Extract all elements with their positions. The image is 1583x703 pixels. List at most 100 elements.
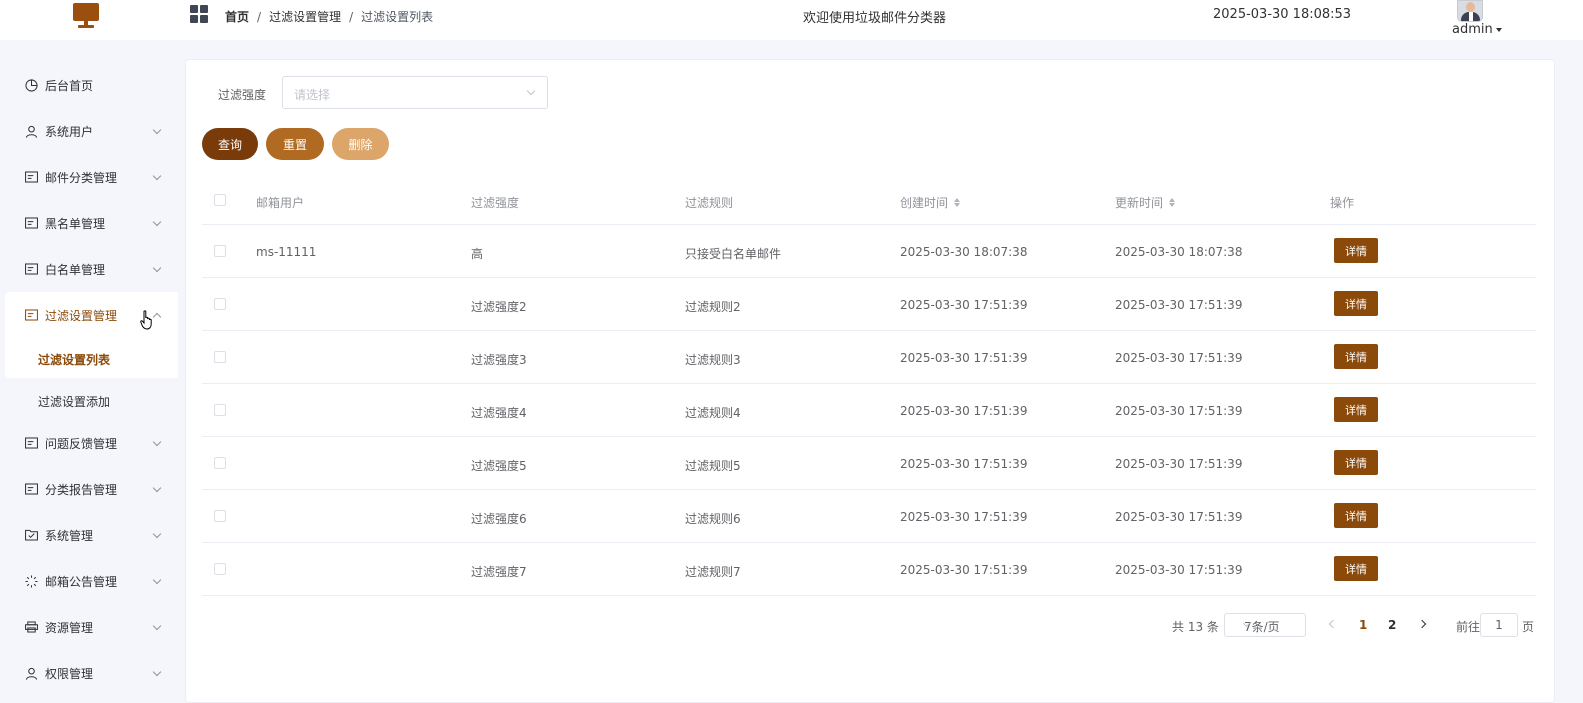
cell-strength: 高 xyxy=(471,247,484,261)
sidebar-item-label: 邮件分类管理 xyxy=(45,170,118,185)
cell-created: 2025-03-30 17:51:39 xyxy=(900,351,1028,365)
cell-rule: 过滤规则4 xyxy=(685,406,741,420)
avatar[interactable] xyxy=(1457,0,1483,22)
breadcrumb-current: 过滤设置列表 xyxy=(361,10,434,24)
cell-created: 2025-03-30 17:51:39 xyxy=(900,510,1028,524)
cell-strength: 过滤强度3 xyxy=(471,353,527,367)
sidebar-subitem-filter-add[interactable]: 过滤设置添加 xyxy=(38,393,110,410)
row-checkbox[interactable] xyxy=(214,245,226,257)
current-datetime: 2025-03-30 18:08:53 xyxy=(1213,7,1352,22)
detail-button[interactable]: 详情 xyxy=(1334,344,1378,369)
hand-cursor-icon xyxy=(140,310,152,330)
row-checkbox[interactable] xyxy=(214,457,226,469)
filter-strength-label: 过滤强度 xyxy=(218,88,267,102)
detail-button[interactable]: 详情 xyxy=(1334,503,1378,528)
detail-button[interactable]: 详情 xyxy=(1334,450,1378,475)
card-icon xyxy=(24,436,38,450)
check-folder-icon xyxy=(24,528,38,542)
column-header-created-label: 创建时间 xyxy=(900,196,949,210)
row-checkbox[interactable] xyxy=(214,563,226,575)
table-row: 过滤强度3 过滤规则3 2025-03-30 17:51:39 2025-03-… xyxy=(202,331,1536,384)
sidebar-item-blacklist[interactable]: 黑名单管理 xyxy=(5,200,178,246)
cell-rule: 过滤规则6 xyxy=(685,512,741,526)
sidebar-item-whitelist[interactable]: 白名单管理 xyxy=(5,246,178,292)
sidebar-item-label: 过滤设置管理 xyxy=(45,308,118,323)
chevron-down-icon xyxy=(152,171,162,181)
column-header-updated[interactable]: 更新时间 xyxy=(1115,194,1176,211)
row-checkbox[interactable] xyxy=(214,351,226,363)
breadcrumb-filter-management[interactable]: 过滤设置管理 xyxy=(269,8,341,25)
card-icon xyxy=(24,262,38,276)
breadcrumb-home[interactable]: 首页 xyxy=(225,8,249,25)
chevron-down-icon xyxy=(152,217,162,227)
user-menu[interactable]: admin xyxy=(1452,22,1502,37)
row-checkbox[interactable] xyxy=(214,404,226,416)
select-all-checkbox[interactable] xyxy=(214,194,226,206)
cell-rule: 过滤规则3 xyxy=(685,353,741,367)
table-row: 过滤强度7 过滤规则7 2025-03-30 17:51:39 2025-03-… xyxy=(202,543,1536,596)
column-header-created[interactable]: 创建时间 xyxy=(900,194,961,211)
cell-created: 2025-03-30 18:07:38 xyxy=(900,245,1028,259)
card-icon xyxy=(24,170,38,184)
user-icon xyxy=(24,124,38,138)
user-name: admin xyxy=(1452,22,1493,37)
jump-suffix: 页 xyxy=(1522,620,1535,634)
cell-strength: 过滤强度5 xyxy=(471,459,527,473)
sidebar-item-system-management[interactable]: 系统管理 xyxy=(5,512,178,558)
reset-button[interactable]: 重置 xyxy=(266,128,324,160)
table-row: 过滤强度5 过滤规则5 2025-03-30 17:51:39 2025-03-… xyxy=(202,437,1536,490)
row-checkbox[interactable] xyxy=(214,298,226,310)
card-icon xyxy=(24,308,38,322)
sidebar-item-label: 邮箱公告管理 xyxy=(45,574,118,589)
chevron-down-icon xyxy=(152,437,162,447)
sort-icon[interactable] xyxy=(1169,198,1176,207)
column-header-user: 邮箱用户 xyxy=(256,196,305,210)
sidebar-item-dashboard[interactable]: 后台首页 xyxy=(5,62,178,108)
row-checkbox[interactable] xyxy=(214,510,226,522)
cell-strength: 过滤强度2 xyxy=(471,300,527,314)
sidebar-item-reports[interactable]: 分类报告管理 xyxy=(5,466,178,512)
cell-created: 2025-03-30 17:51:39 xyxy=(900,404,1028,418)
page-number[interactable]: 2 xyxy=(1388,618,1396,632)
sidebar-item-resources[interactable]: 资源管理 xyxy=(5,604,178,650)
table-row: 过滤强度6 过滤规则6 2025-03-30 17:51:39 2025-03-… xyxy=(202,490,1536,543)
cell-user: ms-11111 xyxy=(256,245,317,259)
chevron-up-icon xyxy=(152,312,162,322)
cell-created: 2025-03-30 17:51:39 xyxy=(900,457,1028,471)
delete-button[interactable]: 删除 xyxy=(332,128,389,160)
detail-button[interactable]: 详情 xyxy=(1334,556,1378,581)
table-row: 过滤强度4 过滤规则4 2025-03-30 17:51:39 2025-03-… xyxy=(202,384,1536,437)
detail-button[interactable]: 详情 xyxy=(1334,291,1378,316)
cell-updated: 2025-03-30 17:51:39 xyxy=(1115,457,1243,471)
page-number[interactable]: 1 xyxy=(1359,618,1367,632)
page-jump-input[interactable] xyxy=(1480,613,1518,637)
sidebar-item-system-users[interactable]: 系统用户 xyxy=(5,108,178,154)
detail-button[interactable]: 详情 xyxy=(1334,238,1378,263)
sidebar-item-permissions[interactable]: 权限管理 xyxy=(5,650,178,696)
breadcrumb-separator: / xyxy=(257,9,262,24)
cell-updated: 2025-03-30 17:51:39 xyxy=(1115,563,1243,577)
sidebar-item-feedback[interactable]: 问题反馈管理 xyxy=(5,420,178,466)
chevron-down-icon xyxy=(152,125,162,135)
cell-created: 2025-03-30 17:51:39 xyxy=(900,298,1028,312)
top-header: 首页 / 过滤设置管理 / 过滤设置列表 欢迎使用垃圾邮件分类器 2025-03… xyxy=(0,0,1583,40)
breadcrumb: 首页 / 过滤设置管理 / 过滤设置列表 xyxy=(225,8,433,25)
sidebar-item-mail-classification[interactable]: 邮件分类管理 xyxy=(5,154,178,200)
sidebar-subitem-filter-list[interactable]: 过滤设置列表 xyxy=(38,351,110,368)
sidebar-item-announcements[interactable]: 邮箱公告管理 xyxy=(5,558,178,604)
pagination-total: 共 13 条 xyxy=(1172,620,1219,634)
detail-button[interactable]: 详情 xyxy=(1334,397,1378,422)
printer-icon xyxy=(24,620,38,634)
menu-grid-icon[interactable] xyxy=(190,5,208,23)
page-size-select[interactable]: 7条/页 xyxy=(1224,613,1306,637)
sort-icon[interactable] xyxy=(954,198,961,207)
jump-prefix: 前往 xyxy=(1456,620,1481,634)
loading-icon xyxy=(24,574,38,588)
sidebar-item-label: 后台首页 xyxy=(45,78,94,93)
cell-rule: 过滤规则7 xyxy=(685,565,741,579)
chevron-down-icon xyxy=(152,483,162,493)
filter-strength-select[interactable]: 请选择 xyxy=(282,76,548,109)
chevron-down-icon xyxy=(152,621,162,631)
query-button[interactable]: 查询 xyxy=(202,128,258,160)
page-size-value: 7条/页 xyxy=(1244,620,1280,634)
